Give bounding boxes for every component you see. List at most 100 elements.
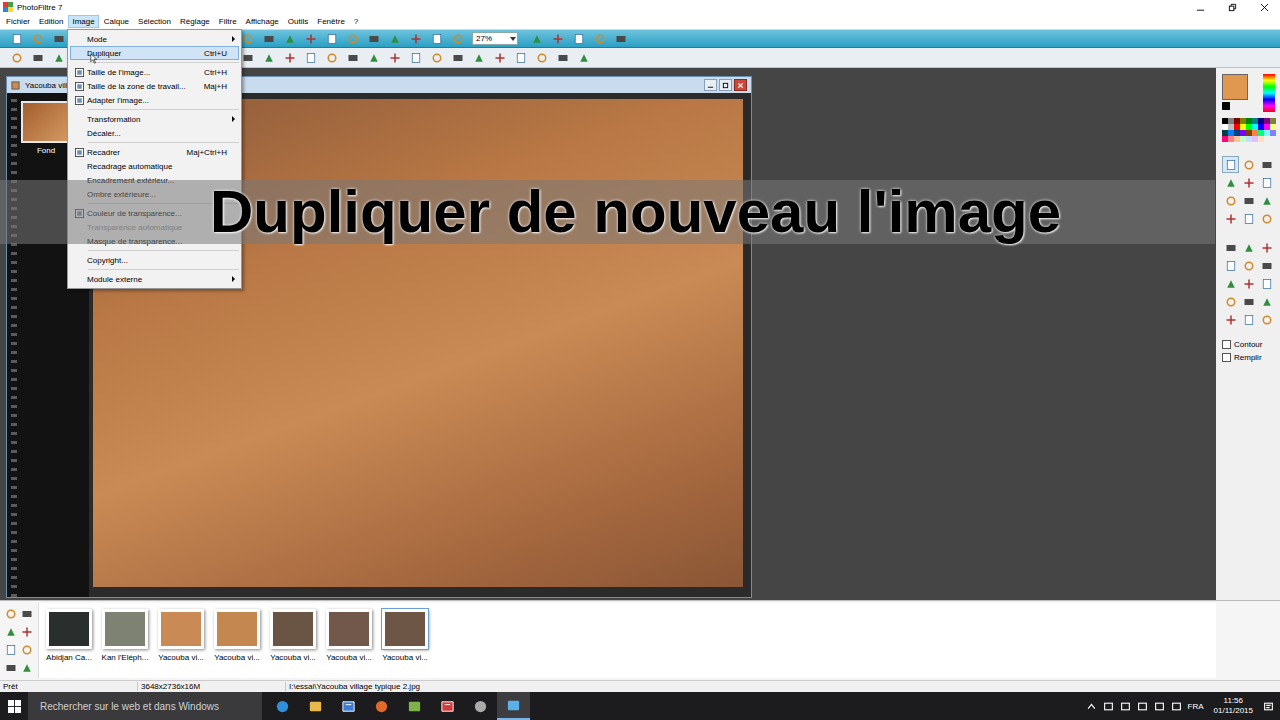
shape-button[interactable] — [1258, 275, 1275, 292]
toolbar-button[interactable] — [405, 50, 426, 66]
toolbar-button[interactable] — [321, 31, 342, 47]
toolbar-button[interactable] — [342, 31, 363, 47]
minimize-button[interactable] — [1184, 0, 1216, 14]
tool-button[interactable] — [1258, 174, 1275, 191]
menu-item[interactable]: Fichier — [2, 15, 34, 28]
taskbar-app[interactable] — [431, 692, 464, 720]
shape-button[interactable] — [1258, 239, 1275, 256]
thumbnail[interactable]: Abidjan Ca... — [45, 609, 93, 678]
toolbar-button[interactable] — [384, 31, 405, 47]
menu-entry[interactable]: Transformation — [70, 112, 239, 126]
language-indicator[interactable]: FRA — [1188, 702, 1204, 711]
toolbar-button[interactable] — [279, 31, 300, 47]
toolbar-button[interactable] — [258, 31, 279, 47]
close-button[interactable] — [1248, 0, 1280, 14]
toolbar-button[interactable] — [384, 50, 405, 66]
toolbar-button[interactable] — [468, 50, 489, 66]
tray-icon[interactable] — [1120, 701, 1131, 712]
toolbar-button[interactable] — [489, 50, 510, 66]
menu-entry[interactable]: Recadrer Maj+Ctrl+H — [70, 145, 239, 159]
tool-button[interactable] — [1258, 156, 1275, 173]
tray-icon[interactable] — [1103, 701, 1114, 712]
shape-button[interactable] — [1240, 275, 1257, 292]
toolbar-button[interactable] — [426, 31, 447, 47]
zoom-select[interactable]: 27% — [472, 32, 518, 45]
tool-button[interactable] — [1222, 174, 1239, 191]
thumbnail[interactable]: Yacouba vi... — [213, 609, 261, 678]
menu-entry[interactable]: Copyright... — [70, 253, 239, 267]
thumbnail[interactable]: Yacouba vi... — [269, 609, 317, 678]
palette-swatch[interactable] — [1264, 136, 1270, 142]
shape-button[interactable] — [1222, 257, 1239, 274]
tray-icon[interactable] — [1171, 701, 1182, 712]
menu-entry[interactable]: Mode — [70, 32, 239, 46]
menu-item[interactable]: Calque — [100, 15, 133, 28]
thumbnail[interactable]: Yacouba vi... — [157, 609, 205, 678]
tool-button[interactable] — [1258, 192, 1275, 209]
browser-button[interactable] — [3, 641, 19, 659]
thumbnail[interactable]: Yacouba vi... — [325, 609, 373, 678]
taskbar-app[interactable] — [398, 692, 431, 720]
taskbar-app[interactable] — [497, 692, 530, 720]
thumbnail[interactable]: Yacouba vi... — [381, 609, 429, 678]
taskbar-app[interactable] — [299, 692, 332, 720]
start-button[interactable] — [0, 692, 28, 720]
menu-item[interactable]: Sélection — [134, 15, 175, 28]
palette-swatch[interactable] — [1270, 130, 1276, 136]
tool-button[interactable] — [1258, 210, 1275, 227]
restore-button[interactable] — [1216, 0, 1248, 14]
toolbar-button[interactable] — [258, 50, 279, 66]
document-maximize-button[interactable] — [719, 79, 732, 91]
toolbar-button[interactable] — [552, 50, 573, 66]
menu-item[interactable]: Edition — [35, 15, 67, 28]
browser-button[interactable] — [3, 605, 19, 623]
clock[interactable]: 11:56 01/11/2015 — [1210, 696, 1257, 716]
toolbar-button[interactable] — [48, 31, 69, 47]
toolbar-button[interactable] — [300, 50, 321, 66]
toolbar-button[interactable] — [426, 50, 447, 66]
menu-entry[interactable]: Décaler... — [70, 126, 239, 140]
menu-entry[interactable]: Taille de la zone de travail... Maj+H — [70, 79, 239, 93]
toolbar-button[interactable] — [300, 31, 321, 47]
tool-button[interactable] — [1222, 156, 1239, 173]
notifications-icon[interactable] — [1263, 701, 1274, 712]
menu-item[interactable]: Fenêtre — [313, 15, 349, 28]
tool-button[interactable] — [1222, 192, 1239, 209]
menu-item[interactable]: Affichage — [242, 15, 283, 28]
tool-button[interactable] — [1240, 174, 1257, 191]
shape-button[interactable] — [1240, 293, 1257, 310]
toolbar-button[interactable] — [342, 50, 363, 66]
layer-item[interactable]: Fond — [21, 101, 71, 155]
toolbar-button[interactable] — [447, 50, 468, 66]
taskbar-app[interactable] — [464, 692, 497, 720]
browser-button[interactable] — [3, 623, 19, 641]
toolbar-button[interactable] — [526, 31, 547, 47]
browser-button[interactable] — [19, 641, 35, 659]
tool-button[interactable] — [1240, 156, 1257, 173]
search-box[interactable]: Rechercher sur le web et dans Windows — [28, 692, 262, 720]
shape-button[interactable] — [1258, 293, 1275, 310]
toolbar-button[interactable] — [447, 31, 468, 47]
tool-button[interactable] — [1240, 192, 1257, 209]
browser-button[interactable] — [19, 623, 35, 641]
toolbar-button[interactable] — [279, 50, 300, 66]
thumbnail[interactable]: Kan l'Eléph... — [101, 609, 149, 678]
menu-entry[interactable]: Taille de l'image... Ctrl+H — [70, 65, 239, 79]
document-minimize-button[interactable] — [704, 79, 717, 91]
menu-entry[interactable]: Recadrage automatique — [70, 159, 239, 173]
shape-button[interactable] — [1258, 311, 1275, 328]
menu-item[interactable]: Réglage — [176, 15, 214, 28]
document-close-button[interactable] — [734, 79, 747, 91]
toolbar-button[interactable] — [610, 31, 631, 47]
shape-button[interactable] — [1240, 311, 1257, 328]
shape-button[interactable] — [1258, 257, 1275, 274]
tool-button[interactable] — [1240, 210, 1257, 227]
menu-item[interactable]: Filtre — [215, 15, 241, 28]
toolbar-button[interactable] — [363, 50, 384, 66]
toolbar-button[interactable] — [568, 31, 589, 47]
toolbar-button[interactable] — [6, 50, 27, 66]
taskbar-app[interactable] — [332, 692, 365, 720]
menu-entry[interactable]: Adapter l'image... — [70, 93, 239, 107]
tray-icon[interactable] — [1137, 701, 1148, 712]
menu-item[interactable]: ? — [350, 15, 362, 28]
